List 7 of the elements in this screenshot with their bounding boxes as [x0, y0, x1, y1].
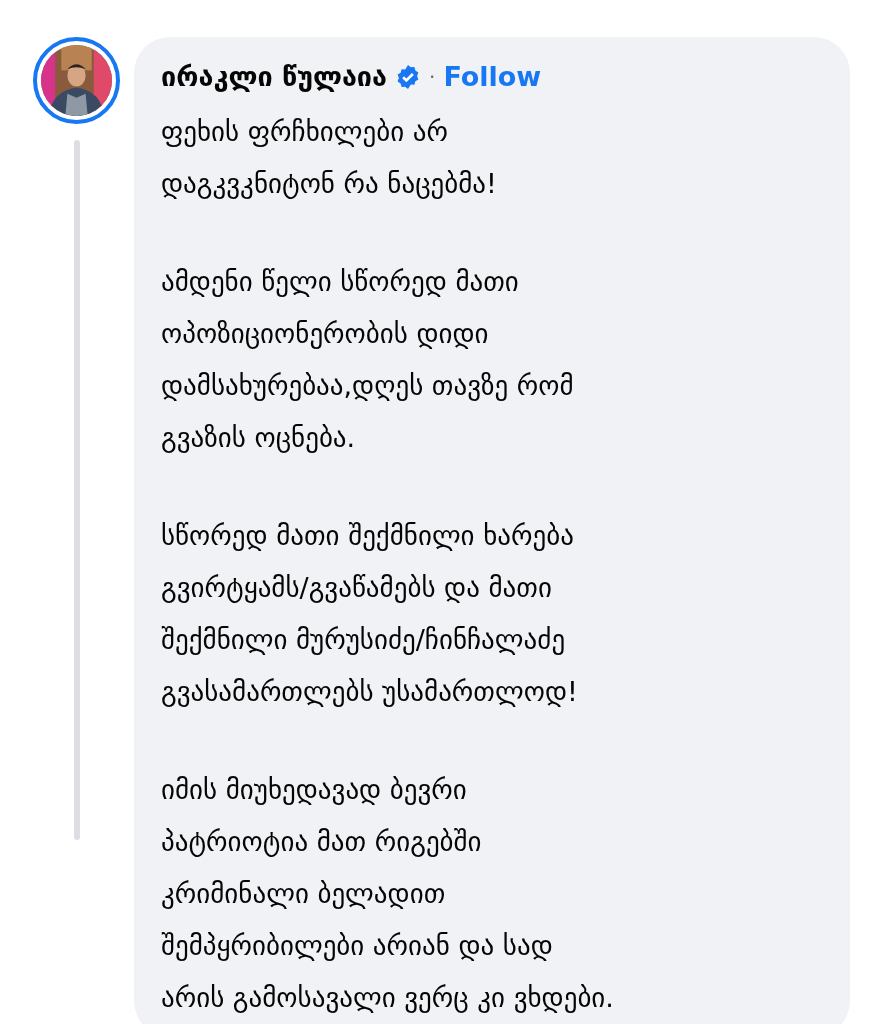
- follow-link[interactable]: Follow: [443, 57, 542, 98]
- comment-paragraph: სწორედ მათი შექმნილი ხარება გვირტყამს/გვაწამებს და მათი შექმნილი მურუსიძე/ჩინჩალაძე გვასამართლებს უსამართლოდ!: [161, 518, 579, 709]
- comment-paragraph: იმის მიუხედავად ბევრი პატრიოტია მათ რიგებში კრიმინალი ბელადით შემპყრიბილები არიან და სად არის გამოსავალი ვერც კი ვხდები.: [161, 772, 615, 1015]
- separator-dot: ·: [429, 64, 436, 92]
- comment-paragraph: ამდენი წელი სწორედ მათი ოპოზიციონერობის დიდი დამსახურებაა,დღეს თავზე რომ გვაზის ოცნება.: [161, 264, 575, 455]
- author-name[interactable]: ირაკლი წულაია: [161, 57, 388, 98]
- comment-paragraph: ფეხის ფრჩხილები არ დაგკვკნიტონ რა ნაცებმა!: [161, 114, 498, 201]
